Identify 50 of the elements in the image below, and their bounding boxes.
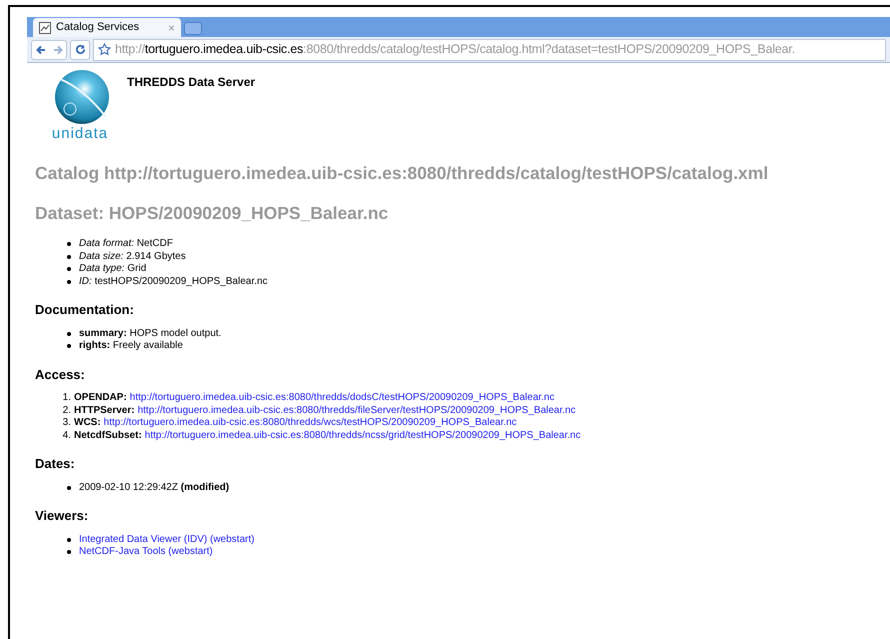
catalog-heading: Catalog http://tortuguero.imedea.uib-csic.es:8080/thredds/catalog/testHOPS/catalog.xml [35,162,770,185]
browser-tab[interactable]: Catalog Services × [33,18,181,37]
logo-globe-icon [54,69,110,125]
service-label: OPENDAP: [74,392,127,404]
section-heading: Dates: [35,455,76,473]
star-icon [98,43,111,56]
list-number: 1. [62,392,71,404]
logo-text: unidata [52,124,108,144]
documentation-text: summary: HOPS model output. [79,328,222,340]
bullet-icon [67,344,71,348]
section-heading: Access: [35,366,86,384]
section-heading: Documentation: [35,301,135,319]
bullet-icon [67,254,71,259]
reload-icon [74,44,86,55]
viewer-link[interactable]: Integrated Data Viewer (IDV) (webstart) [79,534,254,546]
back-button[interactable] [31,40,67,60]
bullet-icon [67,486,71,490]
list-number: 4. [62,430,71,442]
list-number: 2. [62,404,71,417]
tab-title: Catalog Services [56,20,140,36]
server-title: THREDDS Data Server [127,74,256,91]
documentation-text: rights: Freely available [79,340,183,352]
service-link[interactable]: http://tortuguero.imedea.uib-csic.es:8080/thredds/fileServer/testHOPS/20090209_HOPS_Balear.nc [138,404,576,417]
property-text: ID: testHOPS/20090209_HOPS_Balear.nc [79,276,268,288]
bullet-icon [67,332,71,336]
page-icon [39,22,51,34]
property-text: Data format: NetCDF [79,238,173,250]
forward-arrow-icon [52,44,62,54]
property-text: Data type: Grid [79,263,146,276]
bullet-icon [67,242,71,246]
dataset-heading: Dataset: HOPS/20090209_HOPS_Balear.nc [35,202,390,225]
bullet-icon [67,550,71,554]
service-link[interactable]: http://tortuguero.imedea.uib-csic.es:8080/thredds/dodsC/testHOPS/20090209_HOPS_Balear.nc [130,392,554,404]
viewer-link[interactable]: NetCDF-Java Tools (webstart) [79,546,213,558]
reload-button[interactable] [70,40,90,60]
bullet-icon [67,538,71,542]
bullet-icon [67,267,71,272]
back-arrow-icon [36,44,46,54]
date-text: 2009-02-10 12:29:42Z (modified) [79,482,230,494]
property-text: Data size: 2.914 Gbytes [79,250,186,263]
service-label: HTTPServer: [74,404,135,417]
service-link[interactable]: http://tortuguero.imedea.uib-csic.es:8080/thredds/wcs/testHOPS/20090209_HOPS_Balear.nc [104,417,517,430]
service-link[interactable]: http://tortuguero.imedea.uib-csic.es:8080/thredds/ncss/grid/testHOPS/20090209_HOPS_Balear.nc [144,430,581,442]
section-heading: Viewers: [35,507,90,525]
list-number: 3. [62,417,71,430]
address-bar[interactable]: http://tortuguero.imedea.uib-csic.es:8080/thredds/catalog/testHOPS/catalog.html?dataset=testHOPS/20090209_HOPS_Balear. [93,38,886,60]
bullet-icon [67,280,71,284]
service-label: WCS: [74,417,101,430]
url-text: http://tortuguero.imedea.uib-csic.es:8080/thredds/catalog/testHOPS/catalog.html?dataset=testHOPS/20090209_HOPS_Balear. [115,41,795,58]
service-label: NetcdfSubset: [74,430,142,442]
